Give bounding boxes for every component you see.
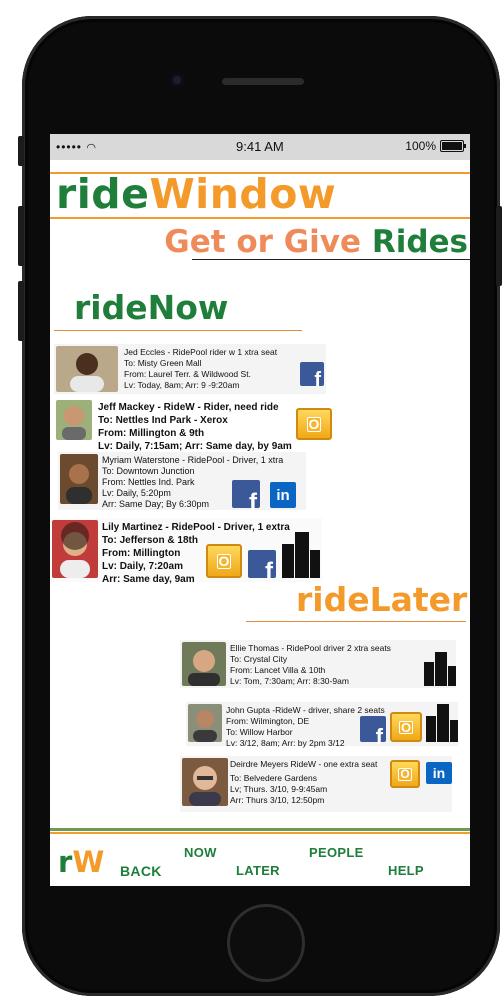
ride-card[interactable]: Jeff Mackey - RideW - Rider, need ride T…: [54, 398, 334, 452]
ride-destination: To: Nettles Ind Park - Xerox: [98, 415, 228, 426]
ride-card[interactable]: Lily Martinez - RidePool - Driver, 1 ext…: [50, 518, 322, 585]
nav-later[interactable]: LATER: [236, 863, 280, 878]
avatar: [56, 346, 118, 392]
ride-destination: To: Misty Green Mall: [124, 358, 202, 368]
facebook-icon[interactable]: f: [248, 550, 276, 584]
facebook-icon[interactable]: f: [360, 716, 386, 748]
ride-card[interactable]: Deirdre Meyers RideW - one extra seat To…: [180, 756, 452, 812]
avatar: [188, 704, 222, 742]
ride-destination: To: Downtown Junction: [102, 466, 195, 476]
ride-origin: From: Lancet Villa & 10th: [230, 665, 326, 675]
avatar: [56, 400, 92, 440]
ride-title: John Gupta -RideW - driver, share 2 seat…: [226, 705, 385, 715]
building-icon[interactable]: [426, 704, 458, 742]
status-bar: ••••• ◠ 9:41 AM 100%: [50, 134, 470, 160]
bottom-nav: rW BACK NOW LATER PEOPLE HELP: [50, 828, 470, 886]
ride-arrival: Arr: Thurs 3/10, 12:50pm: [230, 795, 325, 805]
ride-title: Ellie Thomas - RidePool driver 2 xtra se…: [230, 643, 391, 653]
ride-origin: From: Laurel Terr. & Wildwood St.: [124, 369, 251, 379]
facebook-icon[interactable]: f: [300, 362, 324, 390]
nav-help[interactable]: HELP: [388, 863, 424, 878]
ride-schedule: Lv: Today, 8am; Arr: 9 -9:20am: [124, 380, 240, 390]
ride-destination: To: Jefferson & 18th: [102, 535, 198, 546]
building-icon[interactable]: [282, 530, 320, 578]
ride-title: Myriam Waterstone - RidePool - Driver, 1…: [102, 455, 284, 465]
avatar: [52, 520, 98, 578]
linkedin-icon[interactable]: in: [426, 762, 452, 784]
outlook-icon[interactable]: O: [206, 544, 242, 578]
front-camera-icon: [170, 73, 184, 87]
tagline-underline: [192, 259, 470, 260]
ride-title: Jeff Mackey - RideW - Rider, need ride: [98, 402, 279, 413]
ride-card[interactable]: Ellie Thomas - RidePool driver 2 xtra se…: [180, 640, 456, 688]
avatar: [60, 454, 98, 504]
avatar: [182, 758, 228, 806]
ride-schedule: Lv; Thurs. 3/10, 9-9:45am: [230, 784, 328, 794]
ride-now-underline: [54, 330, 302, 331]
signal-strength: ••••• ◠: [56, 140, 97, 154]
ride-later-underline: [246, 621, 466, 622]
mute-switch: [18, 136, 24, 166]
status-time: 9:41 AM: [236, 139, 284, 154]
battery-status: 100%: [405, 139, 466, 153]
home-button[interactable]: [227, 904, 305, 982]
nav-back[interactable]: BACK: [120, 863, 162, 879]
app-logo: rideWindow: [56, 170, 337, 218]
outlook-icon[interactable]: O: [390, 712, 422, 742]
ride-title: Jed Eccles - RidePool rider w 1 xtra sea…: [124, 347, 278, 357]
ride-destination: To: Belvedere Gardens: [230, 773, 317, 783]
outlook-icon[interactable]: O: [390, 760, 420, 788]
app-screen: ••••• ◠ 9:41 AM 100% rideWindow Get or G…: [50, 134, 470, 886]
rw-logo[interactable]: rW: [58, 845, 104, 879]
linkedin-icon[interactable]: in: [270, 482, 296, 508]
header-divider-bottom: [50, 217, 470, 219]
ride-title: Lily Martinez - RidePool - Driver, 1 ext…: [102, 522, 290, 533]
ride-card[interactable]: Jed Eccles - RidePool rider w 1 xtra sea…: [54, 344, 326, 394]
nav-people[interactable]: PEOPLE: [309, 845, 364, 860]
building-icon[interactable]: [424, 652, 456, 686]
ride-later-heading: rideLater: [296, 580, 468, 619]
ride-card[interactable]: Myriam Waterstone - RidePool - Driver, 1…: [58, 452, 306, 515]
ride-destination: To: Crystal City: [230, 654, 288, 664]
avatar: [182, 642, 226, 686]
volume-down-button: [18, 281, 24, 341]
ride-card[interactable]: John Gupta -RideW - driver, share 2 seat…: [186, 702, 458, 748]
tagline: Get or Give Rides: [164, 224, 468, 260]
power-button: [496, 206, 502, 286]
ride-title: Deirdre Meyers RideW - one extra seat: [230, 759, 378, 769]
volume-up-button: [18, 206, 24, 266]
outlook-icon[interactable]: O: [296, 408, 332, 440]
wifi-icon: ◠: [86, 142, 97, 154]
ride-now-heading: rideNow: [74, 288, 229, 327]
facebook-icon[interactable]: f: [232, 480, 260, 515]
nav-now[interactable]: NOW: [184, 845, 217, 860]
battery-icon: [440, 140, 466, 152]
ride-origin: From: Millington & 9th: [98, 428, 205, 439]
ride-schedule: Lv: Tom, 7:30am; Arr: 8:30-9am: [230, 676, 349, 686]
speaker-grille: [222, 78, 304, 85]
